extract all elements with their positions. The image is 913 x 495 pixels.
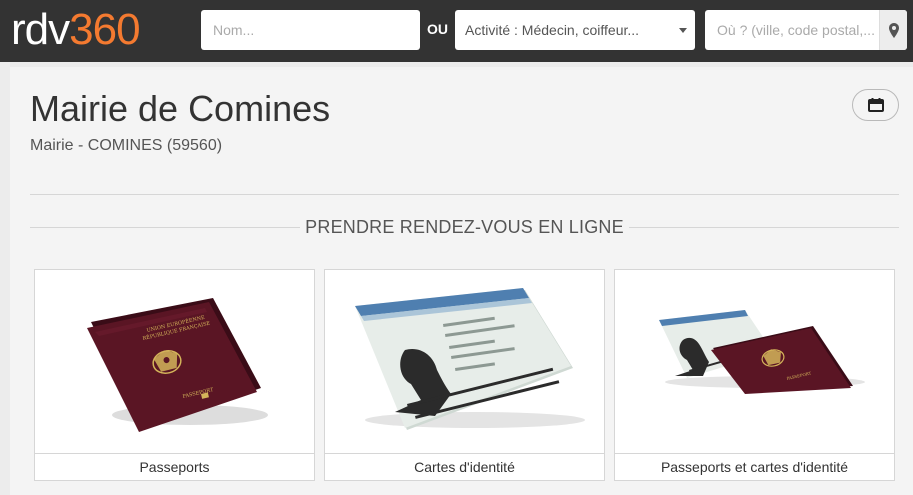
- passport-image: UNION EUROPÉENNE RÉPUBLIQUE FRANÇAISE PA…: [35, 270, 314, 453]
- page-subtitle: Mairie - COMINES (59560): [30, 137, 223, 154]
- passport-and-id-image: PASSEPORT: [615, 270, 894, 453]
- service-card-cartes-identite[interactable]: Cartes d'identité: [324, 269, 605, 481]
- top-header: rdv360 OU Activité : Médecin, coiffeur..…: [0, 0, 913, 62]
- location-search-field[interactable]: [705, 10, 907, 50]
- section-title: PRENDRE RENDEZ-VOUS EN LIGNE: [305, 217, 624, 237]
- id-card-image: [325, 270, 604, 453]
- location-search-input[interactable]: [705, 10, 907, 50]
- chevron-down-icon: [679, 28, 687, 33]
- map-pin-icon: [888, 22, 899, 38]
- activity-select-value: Activité : Médecin, coiffeur...: [465, 22, 640, 38]
- name-search-field[interactable]: [201, 10, 420, 50]
- activity-select[interactable]: Activité : Médecin, coiffeur...: [455, 10, 695, 50]
- divider: [30, 194, 899, 195]
- service-label: Passeports: [35, 453, 314, 480]
- calendar-icon: [867, 98, 884, 112]
- page-title: Mairie de Comines: [30, 88, 331, 129]
- service-card-passeports[interactable]: UNION EUROPÉENNE RÉPUBLIQUE FRANÇAISE PA…: [34, 269, 315, 481]
- or-label: OU: [427, 21, 448, 37]
- service-label: Passeports et cartes d'identité: [615, 453, 894, 480]
- rdv360-logo[interactable]: rdv360: [11, 6, 141, 54]
- service-card-passeports-et-cartes[interactable]: PASSEPORT Passeports et cartes d'identit…: [614, 269, 895, 481]
- main-content: Mairie de Comines Mairie - COMINES (5956…: [10, 67, 913, 495]
- calendar-button[interactable]: [852, 89, 899, 121]
- locate-button[interactable]: [879, 10, 907, 50]
- service-label: Cartes d'identité: [325, 453, 604, 480]
- section-divider-right: [629, 227, 899, 228]
- name-search-input[interactable]: [201, 10, 420, 50]
- section-divider-left: [30, 227, 300, 228]
